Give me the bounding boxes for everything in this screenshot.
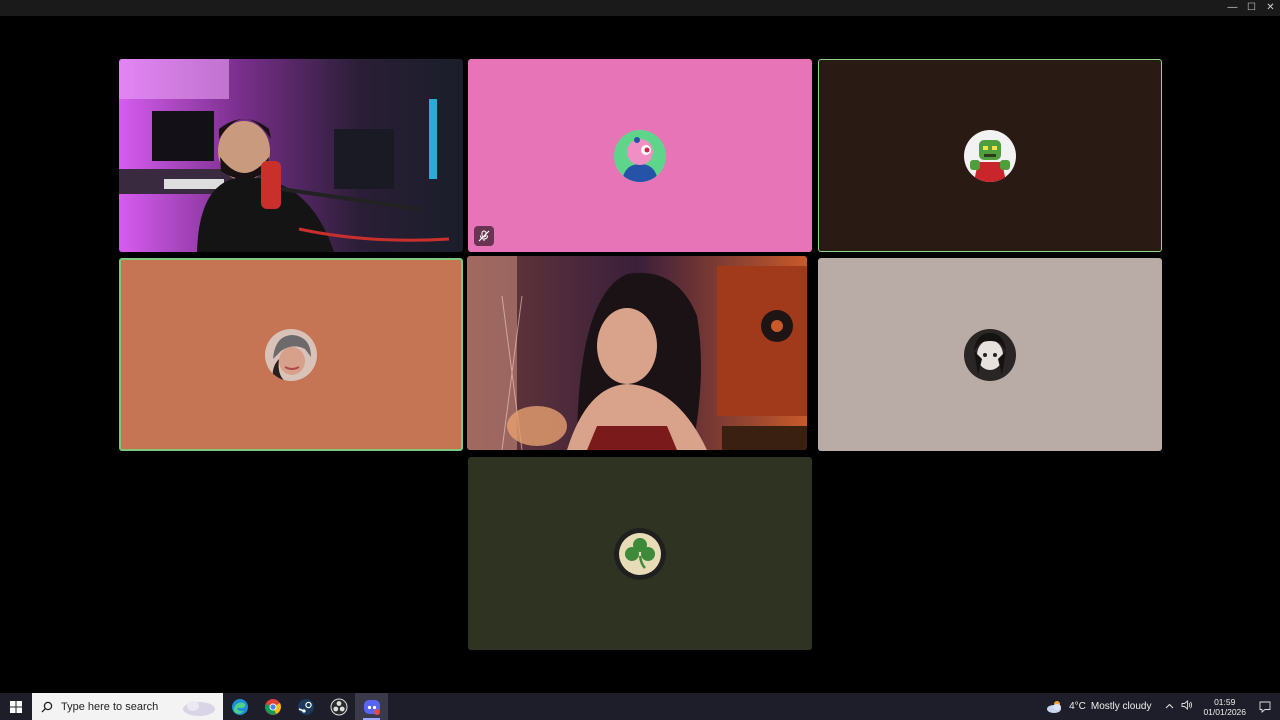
video-tile-5[interactable]	[467, 256, 807, 450]
close-button[interactable]: ✕	[1261, 0, 1280, 16]
weather-widget[interactable]: 4°C Mostly cloudy	[1046, 700, 1151, 714]
webcam-video	[119, 59, 463, 252]
minimize-button[interactable]: —	[1223, 0, 1242, 16]
search-placeholder: Type here to search	[61, 700, 159, 713]
webcam-video	[467, 256, 807, 450]
taskbar-search[interactable]: Type here to search	[32, 693, 223, 720]
speaker-icon[interactable]	[1179, 700, 1195, 713]
video-tile-1[interactable]	[119, 59, 463, 252]
weather-temp: 4°C	[1069, 701, 1086, 712]
windows-icon	[10, 700, 22, 713]
clock-date: 01/01/2026	[1203, 706, 1246, 717]
notification-center-icon[interactable]	[1254, 701, 1276, 713]
avatar-tile-4[interactable]	[119, 258, 463, 451]
search-highlight-icon	[183, 701, 215, 716]
maximize-button[interactable]: ☐	[1242, 0, 1261, 16]
dark-portrait-avatar	[964, 328, 1016, 381]
window-controls: — ☐ ✕	[1223, 0, 1280, 16]
window-titlebar: — ☐ ✕	[0, 0, 1280, 16]
show-hidden-icons-chevron-icon[interactable]	[1161, 701, 1177, 712]
system-tray: 4°C Mostly cloudy 01:59 01/01/2026	[1046, 693, 1280, 720]
avatar-tile-3[interactable]	[818, 59, 1162, 252]
avatar-tile-7[interactable]	[468, 457, 812, 650]
edge-icon[interactable]	[223, 693, 256, 720]
person-photo-avatar	[265, 328, 317, 381]
clock-time: 01:59	[1214, 696, 1236, 707]
steam-icon[interactable]	[289, 693, 322, 720]
weather-condition: Mostly cloudy	[1090, 701, 1152, 712]
obs-icon[interactable]	[322, 693, 355, 720]
green-robot-avatar	[964, 129, 1016, 182]
shamrock-avatar	[614, 527, 666, 580]
muted-mic-icon	[474, 226, 494, 246]
discord-icon[interactable]	[355, 693, 388, 720]
avatar-tile-2[interactable]	[468, 59, 812, 252]
search-icon	[41, 701, 53, 712]
avatar-tile-6[interactable]	[818, 258, 1162, 451]
pink-bird-avatar	[614, 129, 666, 182]
taskbar-clock[interactable]: 01:59 01/01/2026	[1203, 697, 1246, 717]
taskbar: Type here to search 4°C Mostly cloudy 01…	[0, 693, 1280, 720]
chrome-icon[interactable]	[256, 693, 289, 720]
start-button[interactable]	[0, 693, 32, 720]
cloudy-weather-icon	[1047, 700, 1062, 713]
